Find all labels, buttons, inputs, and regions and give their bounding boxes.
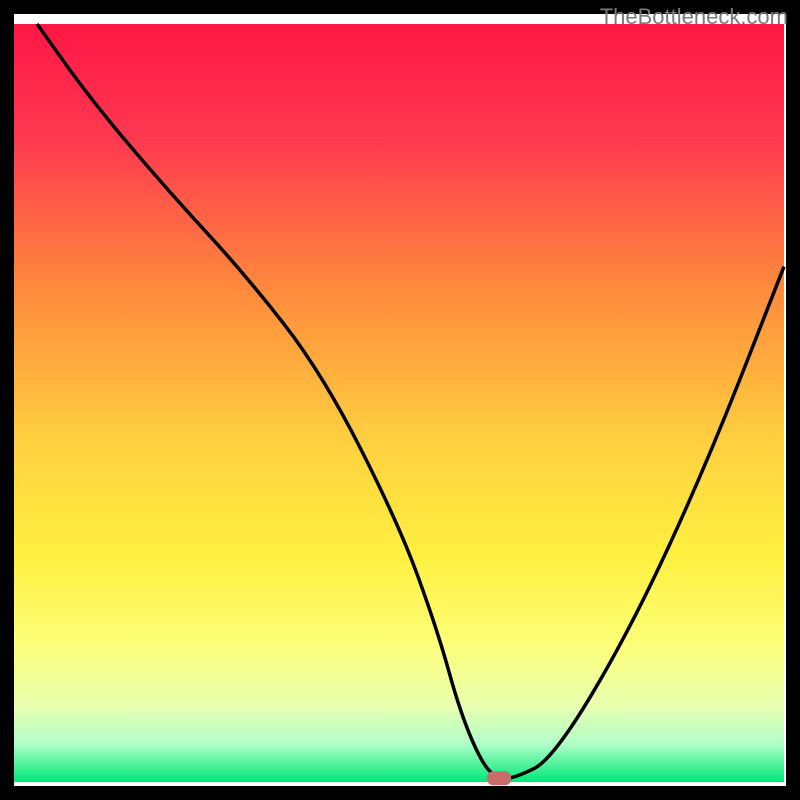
watermark-text: TheBottleneck.com — [600, 4, 788, 30]
gradient-background — [14, 24, 784, 782]
optimal-marker — [487, 771, 511, 785]
chart-container: TheBottleneck.com — [0, 0, 800, 800]
chart-svg — [0, 0, 800, 800]
